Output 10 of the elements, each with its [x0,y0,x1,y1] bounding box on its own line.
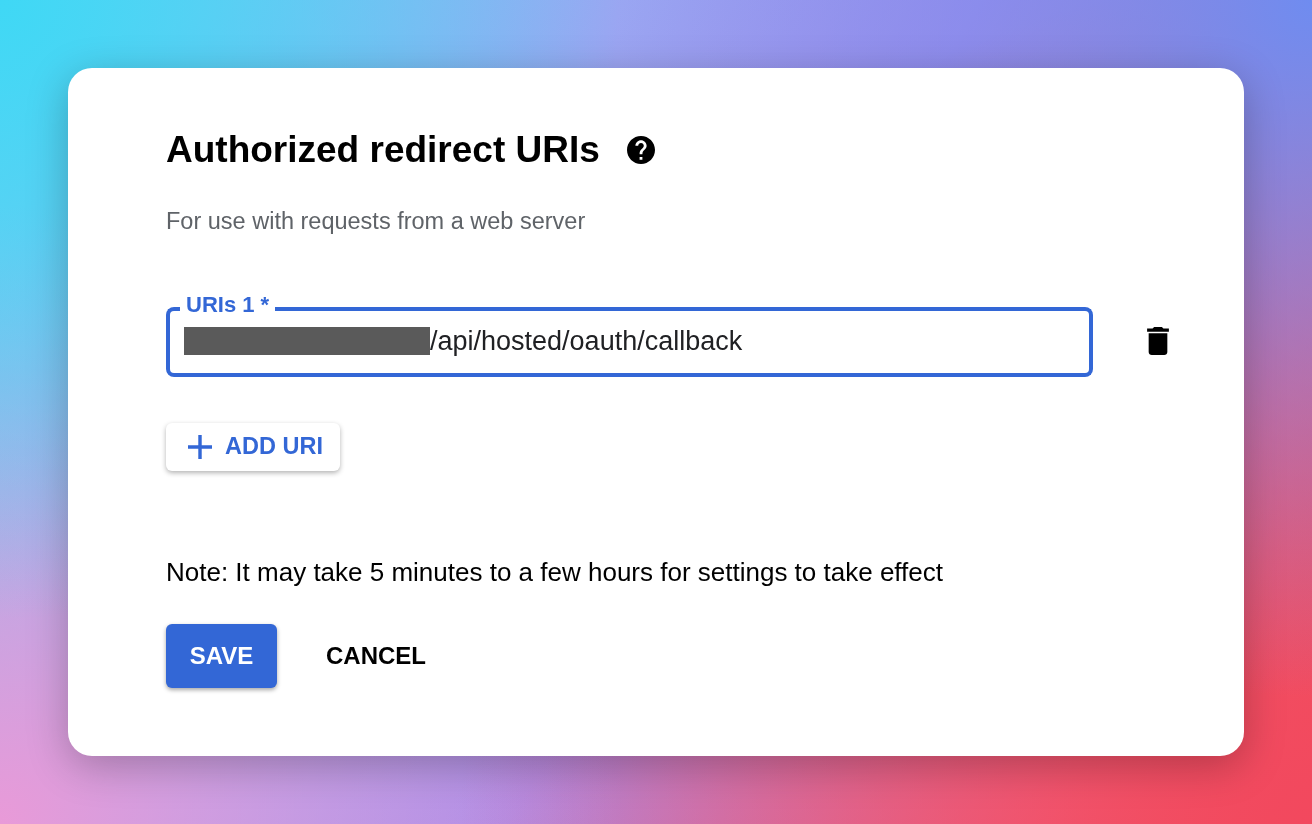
field-label: URIs 1 * [185,293,271,317]
dialog-subtitle: For use with requests from a web server [166,207,586,235]
save-button[interactable]: SAVE [166,624,277,688]
delete-icon[interactable] [1147,327,1169,355]
plus-icon [188,435,212,459]
add-uri-button[interactable]: ADD URI [166,423,340,471]
note-text: Note: It may take 5 minutes to a few hours for settings to take effect [166,557,944,587]
cancel-button[interactable]: CANCEL [310,624,442,688]
dialog-title: Authorized redirect URIs [166,128,600,172]
help-icon[interactable] [626,136,655,164]
